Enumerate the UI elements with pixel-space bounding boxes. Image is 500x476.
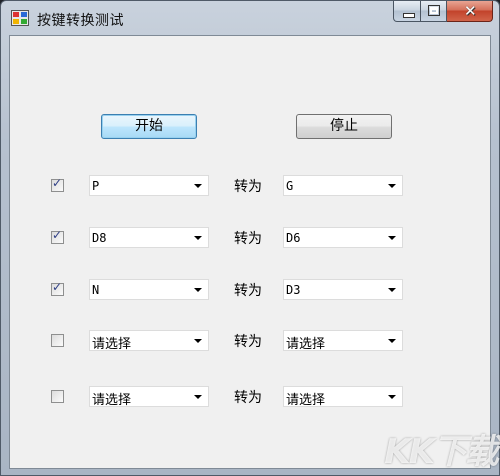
checkmark-icon: ✓ bbox=[52, 176, 63, 190]
start-button[interactable]: 开始 bbox=[101, 114, 197, 139]
row-enable-checkbox[interactable]: ✓ bbox=[51, 176, 64, 192]
source-key-combo-value: P bbox=[92, 179, 100, 193]
dropdown-arrow-icon[interactable] bbox=[194, 339, 202, 343]
source-key-combo-value: D8 bbox=[92, 231, 107, 245]
watermark-logo: KK下载 bbox=[384, 432, 499, 472]
form-client-area: 开始 停止 ✓ P 转为 G ✓ D8 转为 D6 ✓ N 转为 D3 请选择 转为 请选择 请选择 转为 请选择 bbox=[9, 35, 491, 469]
dropdown-arrow-icon[interactable] bbox=[388, 184, 396, 188]
dropdown-arrow-icon[interactable] bbox=[388, 395, 396, 399]
target-key-combo[interactable]: 请选择 bbox=[283, 386, 403, 408]
target-key-combo-value: D6 bbox=[286, 231, 301, 245]
target-key-combo[interactable]: D3 bbox=[283, 279, 403, 300]
target-key-combo-value: D3 bbox=[286, 283, 301, 297]
target-key-combo-value: G bbox=[286, 179, 294, 193]
dropdown-arrow-icon[interactable] bbox=[388, 339, 396, 343]
close-button[interactable]: ✕ bbox=[447, 1, 493, 22]
app-window: 按键转换测试 ✕ 开始 停止 ✓ P 转为 G ✓ D8 转为 D6 ✓ N 转为 D3 请选择 转为 请选… bbox=[0, 0, 500, 476]
row-enable-checkbox[interactable] bbox=[51, 390, 64, 403]
source-key-combo[interactable]: D8 bbox=[89, 227, 209, 248]
app-icon bbox=[11, 10, 29, 26]
convert-to-label: 转为 bbox=[234, 179, 262, 195]
source-key-combo[interactable]: P bbox=[89, 175, 209, 196]
source-key-combo[interactable]: N bbox=[89, 279, 209, 300]
minimize-icon bbox=[403, 13, 415, 18]
source-key-combo-value: N bbox=[92, 283, 100, 297]
target-key-combo[interactable]: D6 bbox=[283, 227, 403, 248]
minimize-button[interactable] bbox=[393, 1, 421, 22]
source-key-combo-value: 请选择 bbox=[92, 393, 132, 408]
caption-buttons: ✕ bbox=[393, 1, 493, 23]
convert-to-label: 转为 bbox=[234, 283, 262, 299]
stop-button[interactable]: 停止 bbox=[296, 114, 392, 139]
dropdown-arrow-icon[interactable] bbox=[194, 184, 202, 188]
target-key-combo-value: 请选择 bbox=[286, 393, 326, 408]
title-bar[interactable]: 按键转换测试 ✕ bbox=[1, 1, 499, 35]
close-icon: ✕ bbox=[464, 2, 477, 20]
dropdown-arrow-icon[interactable] bbox=[194, 236, 202, 240]
target-key-combo-value: 请选择 bbox=[286, 337, 326, 352]
maximize-icon bbox=[428, 5, 440, 16]
dropdown-arrow-icon[interactable] bbox=[194, 395, 202, 399]
source-key-combo-value: 请选择 bbox=[92, 337, 132, 352]
checkmark-icon: ✓ bbox=[52, 280, 63, 294]
row-enable-checkbox[interactable]: ✓ bbox=[51, 280, 64, 296]
window-title: 按键转换测试 bbox=[37, 13, 124, 29]
dropdown-arrow-icon[interactable] bbox=[194, 288, 202, 292]
row-enable-checkbox[interactable] bbox=[51, 334, 64, 347]
convert-to-label: 转为 bbox=[234, 231, 262, 247]
target-key-combo[interactable]: 请选择 bbox=[283, 330, 403, 352]
source-key-combo[interactable]: 请选择 bbox=[89, 386, 209, 408]
target-key-combo[interactable]: G bbox=[283, 175, 403, 196]
dropdown-arrow-icon[interactable] bbox=[388, 236, 396, 240]
convert-to-label: 转为 bbox=[234, 334, 262, 350]
maximize-button[interactable] bbox=[421, 1, 447, 22]
row-enable-checkbox[interactable]: ✓ bbox=[51, 228, 64, 244]
checkmark-icon: ✓ bbox=[52, 228, 63, 242]
source-key-combo[interactable]: 请选择 bbox=[89, 330, 209, 352]
convert-to-label: 转为 bbox=[234, 390, 262, 406]
dropdown-arrow-icon[interactable] bbox=[388, 288, 396, 292]
